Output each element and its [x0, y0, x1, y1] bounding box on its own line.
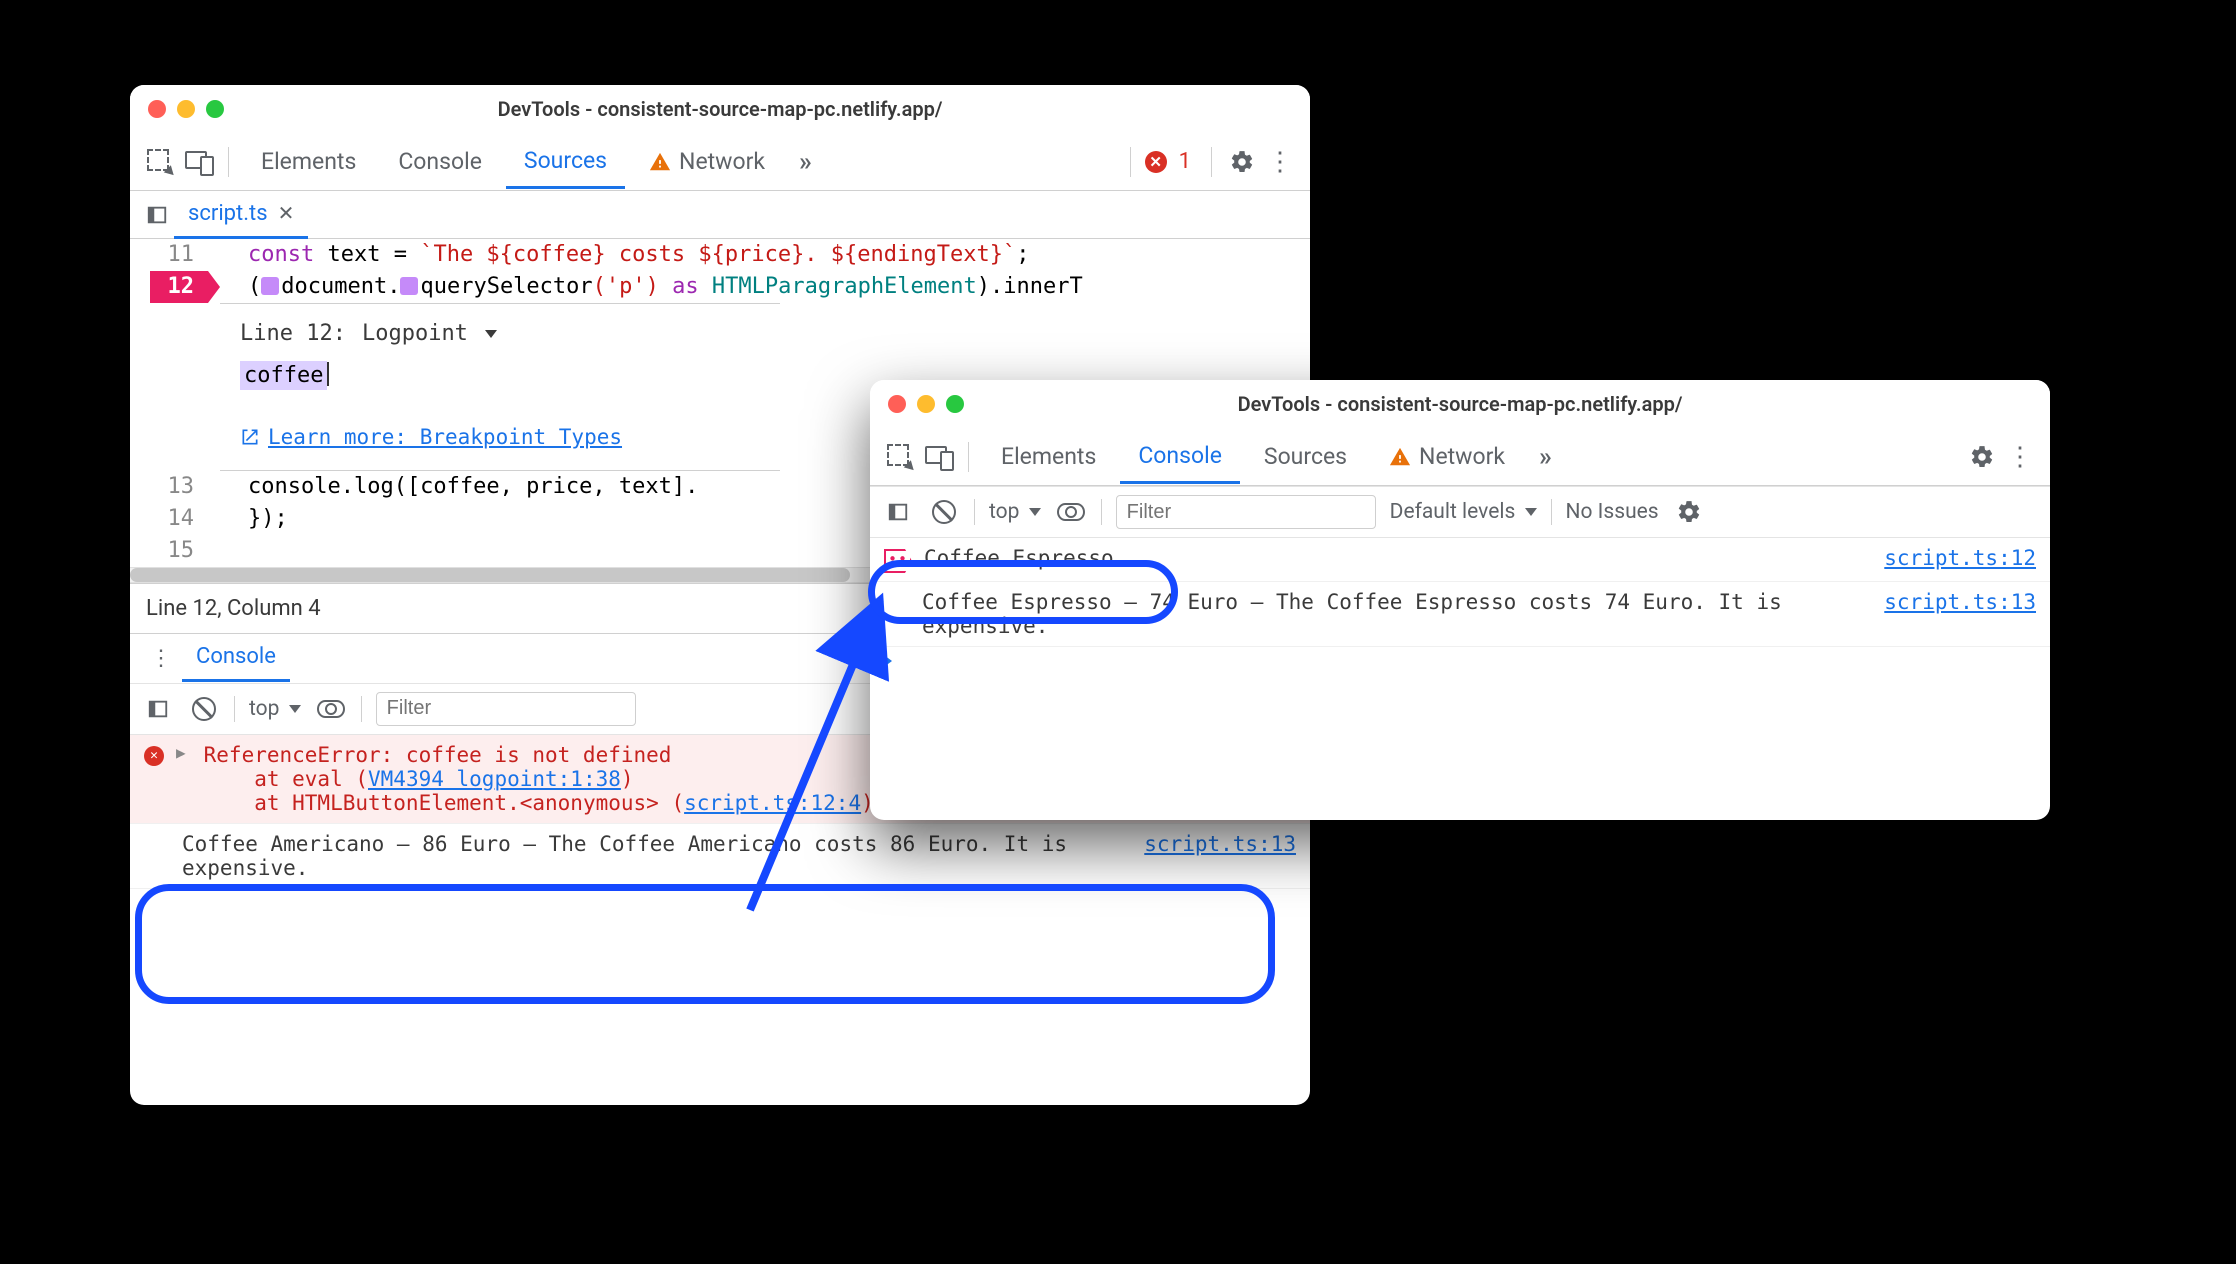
dom-badge-icon: [261, 277, 279, 295]
settings-icon[interactable]: [1226, 146, 1258, 178]
more-tabs-button[interactable]: »: [789, 147, 822, 177]
error-icon: ✕: [144, 746, 164, 766]
logpoint-value: coffee: [240, 361, 327, 390]
titlebar: DevTools - consistent-source-map-pc.netl…: [870, 380, 2050, 428]
file-tab-script-ts[interactable]: script.ts ✕: [174, 191, 308, 239]
issues-indicator[interactable]: No Issues: [1566, 500, 1659, 524]
warning-icon: [649, 151, 671, 173]
toolbar-divider: [1211, 147, 1212, 177]
line-number[interactable]: 14: [130, 503, 208, 535]
warning-icon: [1389, 446, 1411, 468]
logpoint-type-select[interactable]: Logpoint: [356, 318, 497, 350]
close-window-button[interactable]: [888, 395, 906, 413]
clear-console-icon[interactable]: [928, 496, 960, 528]
console-logpoint-message[interactable]: Coffee Espresso script.ts:12: [870, 538, 2050, 582]
logpoint-expression-input[interactable]: coffee: [240, 360, 760, 392]
titlebar: DevTools - consistent-source-map-pc.netl…: [130, 85, 1310, 133]
logpoint-marker[interactable]: 12: [130, 271, 208, 303]
inspect-element-icon[interactable]: [144, 146, 176, 178]
stack-link[interactable]: VM4394 logpoint:1:38: [368, 767, 621, 791]
close-window-button[interactable]: [148, 100, 166, 118]
code-line-12: (document.querySelector('p') as HTMLPara…: [208, 271, 1310, 303]
traffic-lights: [888, 395, 964, 413]
drawer-menu-icon[interactable]: ⋮: [140, 646, 182, 671]
zoom-window-button[interactable]: [946, 395, 964, 413]
divider: [361, 696, 362, 722]
dom-badge-icon: [400, 277, 418, 295]
main-toolbar: Elements Console Sources Network » ✕ 1 ⋮: [130, 133, 1310, 191]
more-tabs-button[interactable]: »: [1529, 442, 1562, 472]
log-levels-selector[interactable]: Default levels: [1390, 500, 1537, 524]
console-toolbar: top Default levels No Issues: [870, 486, 2050, 538]
zoom-window-button[interactable]: [206, 100, 224, 118]
console-messages: Coffee Espresso script.ts:12 Coffee Espr…: [870, 538, 2050, 675]
divider: [234, 696, 235, 722]
file-tabstrip: script.ts ✕: [130, 191, 1310, 239]
toolbar-divider: [228, 147, 229, 177]
tab-console[interactable]: Console: [1120, 430, 1240, 484]
clear-console-icon[interactable]: [188, 693, 220, 725]
expand-icon[interactable]: ▶: [176, 743, 186, 762]
minimize-window-button[interactable]: [917, 395, 935, 413]
tab-console[interactable]: Console: [380, 136, 500, 187]
toolbar-divider: [1130, 147, 1131, 177]
learn-more-link[interactable]: Learn more: Breakpoint Types: [240, 422, 760, 452]
console-prompt[interactable]: [870, 647, 2050, 675]
kebab-menu-icon[interactable]: ⋮: [2004, 441, 2036, 473]
tab-network[interactable]: Network: [631, 136, 783, 187]
file-tab-label: script.ts: [188, 201, 268, 226]
sidebar-toggle-icon[interactable]: [882, 496, 914, 528]
log-body: Coffee Espresso: [924, 546, 1856, 570]
tab-sources[interactable]: Sources: [1246, 431, 1365, 482]
divider: [974, 499, 975, 525]
close-tab-icon[interactable]: ✕: [278, 201, 295, 225]
tab-elements[interactable]: Elements: [243, 136, 374, 187]
console-settings-icon[interactable]: [1673, 496, 1705, 528]
logpoint-line-label: Line 12:: [240, 318, 346, 350]
kebab-menu-icon[interactable]: ⋮: [1264, 146, 1296, 178]
logpoint-editor: Line 12: Logpoint coffee Learn more: Bre…: [220, 303, 780, 471]
window-title: DevTools - consistent-source-map-pc.netl…: [130, 97, 1310, 121]
tab-sources[interactable]: Sources: [506, 135, 625, 189]
context-selector[interactable]: top: [249, 697, 301, 721]
inspect-element-icon[interactable]: [884, 441, 916, 473]
window-title: DevTools - consistent-source-map-pc.netl…: [870, 392, 2050, 416]
message-source-link[interactable]: script.ts:13: [1868, 590, 2036, 614]
error-indicator-icon[interactable]: ✕: [1145, 151, 1167, 173]
divider: [1551, 499, 1552, 525]
tab-network-label: Network: [1419, 443, 1505, 470]
settings-icon[interactable]: [1966, 441, 1998, 473]
live-expression-icon[interactable]: [1055, 496, 1087, 528]
annotation-arrow: [720, 560, 1000, 930]
toolbar-divider: [968, 442, 969, 472]
context-selector[interactable]: top: [989, 500, 1041, 524]
message-source-link[interactable]: script.ts:13: [1128, 832, 1296, 856]
navigator-toggle-icon[interactable]: [140, 204, 174, 226]
line-number[interactable]: 15: [130, 535, 208, 567]
line-number[interactable]: 11: [130, 239, 208, 271]
cursor-position: Line 12, Column 4: [146, 596, 321, 621]
console-filter-input[interactable]: [376, 692, 636, 726]
main-toolbar: Elements Console Sources Network » ⋮: [870, 428, 2050, 486]
live-expression-icon[interactable]: [315, 693, 347, 725]
code-line-11: const text = `The ${coffee} costs ${pric…: [208, 239, 1310, 271]
sidebar-toggle-icon[interactable]: [142, 693, 174, 725]
error-count[interactable]: 1: [1173, 149, 1197, 174]
message-source-link[interactable]: script.ts:12: [1868, 546, 2036, 570]
tab-network[interactable]: Network: [1371, 431, 1523, 482]
console-log-message[interactable]: Coffee Espresso – 74 Euro – The Coffee E…: [870, 582, 2050, 647]
device-toolbar-icon[interactable]: [182, 146, 214, 178]
minimize-window-button[interactable]: [177, 100, 195, 118]
tab-elements[interactable]: Elements: [983, 431, 1114, 482]
line-number[interactable]: 13: [130, 471, 208, 503]
divider: [1101, 499, 1102, 525]
devtools-window-2: DevTools - consistent-source-map-pc.netl…: [870, 380, 2050, 820]
console-filter-input[interactable]: [1116, 495, 1376, 529]
traffic-lights: [148, 100, 224, 118]
tab-network-label: Network: [679, 148, 765, 175]
drawer-tab-console[interactable]: Console: [182, 634, 290, 682]
device-toolbar-icon[interactable]: [922, 441, 954, 473]
log-body: Coffee Espresso – 74 Euro – The Coffee E…: [884, 590, 1856, 638]
